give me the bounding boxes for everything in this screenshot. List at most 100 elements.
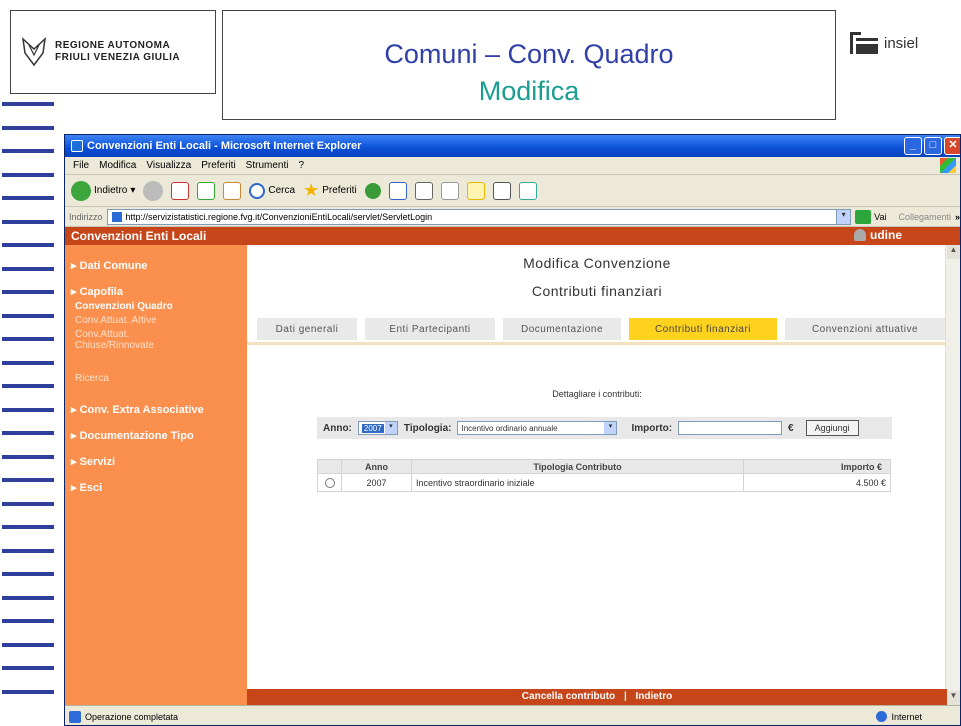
col-anno-header: Anno (341, 459, 412, 474)
add-contribution-button[interactable]: Aggiungi (805, 420, 859, 436)
insiel-mark-icon (850, 32, 878, 54)
row-tipologia: Incentivo straordinario iniziale (411, 473, 744, 492)
contribution-form: Anno: 2007 ▾ Tipologia: Incentivo ordina… (317, 417, 892, 439)
side-bar-stripe (2, 572, 54, 576)
side-bar-stripe (2, 666, 54, 670)
sidebar-item-extra-associative[interactable]: Conv. Extra Associative (71, 403, 204, 416)
stop-icon[interactable] (171, 181, 190, 200)
address-dropdown-icon[interactable]: ▾ (836, 209, 851, 224)
home-icon[interactable] (223, 181, 242, 200)
close-button[interactable]: ✕ (944, 137, 960, 155)
star-icon: ★ (303, 180, 320, 200)
side-bar-stripe (2, 125, 54, 130)
minimize-button[interactable]: _ (904, 137, 922, 155)
back-button[interactable]: Indietro ▾ (71, 180, 135, 201)
row-radio-button[interactable] (324, 477, 335, 488)
page-title: Modifica Convenzione (523, 255, 671, 271)
favorites-button[interactable]: ★ Preferiti (303, 180, 357, 201)
region-logo-line2: FRIULI VENEZIA GIULIA (55, 52, 181, 63)
side-bar-stripe (2, 548, 54, 553)
sidebar-item-servizi[interactable]: Servizi (71, 455, 115, 468)
address-label: Indirizzo (69, 211, 103, 222)
sidebar-item-dati-comune[interactable]: Dati Comune (71, 259, 148, 272)
tipologia-value: Incentivo ordinario annuale (461, 423, 558, 433)
main-content: Modifica Convenzione Contributi finanzia… (247, 245, 947, 689)
contributions-table: Anno Tipologia Contributo Importo € 2007… (317, 459, 891, 492)
slide-title: Comuni – Conv. Quadro Modifica (222, 10, 836, 120)
search-icon (249, 182, 266, 199)
col-tipologia-header: Tipologia Contributo (411, 459, 744, 474)
print-icon[interactable] (414, 181, 433, 200)
currency-symbol: € (788, 422, 794, 434)
tipologia-select[interactable]: Incentivo ordinario annuale ▾ (457, 421, 618, 435)
back-link[interactable]: Indietro (636, 691, 673, 702)
side-bar-stripe (2, 431, 54, 435)
links-label[interactable]: Collegamenti (898, 212, 951, 222)
side-bar-stripe (2, 337, 54, 341)
tab-dati-generali[interactable]: Dati generali (257, 318, 357, 340)
side-bar-stripe (2, 525, 54, 529)
messenger-icon[interactable] (518, 181, 537, 200)
side-bar-stripe (2, 360, 54, 365)
tab-convenzioni-attuative[interactable]: Convenzioni attuative (785, 318, 945, 340)
sidebar-item-ricerca[interactable]: Ricerca (75, 373, 109, 384)
slide-title-line1: Comuni – Conv. Quadro (384, 39, 674, 69)
tab-enti-partecipanti[interactable]: Enti Partecipanti (365, 318, 495, 340)
row-importo: 4.500 € (743, 473, 891, 492)
app-title: Convenzioni Enti Locali (71, 229, 207, 243)
sidebar-item-convenzioni-quadro[interactable]: Convenzioni Quadro (75, 301, 173, 312)
menu-visualizza[interactable]: Visualizza (146, 160, 191, 171)
tipologia-label: Tipologia: (403, 422, 452, 434)
mail-icon[interactable] (388, 181, 407, 200)
side-bar-stripe (2, 266, 54, 271)
maximize-button[interactable]: □ (924, 137, 942, 155)
page-icon (111, 211, 122, 222)
importo-input[interactable] (678, 421, 783, 435)
go-button[interactable]: Vai (855, 209, 886, 224)
footer-separator: | (623, 691, 627, 702)
forward-button[interactable] (143, 180, 164, 201)
window-titlebar[interactable]: Convenzioni Enti Locali - Microsoft Inte… (65, 135, 960, 157)
region-logo: REGIONE AUTONOMA FRIULI VENEZIA GIULIA (10, 10, 216, 94)
vertical-scrollbar[interactable]: ▲ ▼ (945, 245, 960, 705)
side-bar-stripe (2, 149, 54, 153)
menu-modifica[interactable]: Modifica (99, 160, 136, 171)
menu-strumenti[interactable]: Strumenti (246, 160, 289, 171)
scroll-down-icon[interactable]: ▼ (947, 691, 960, 705)
menu-preferiti[interactable]: Preferiti (201, 160, 235, 171)
sidebar-item-documentazione-tipo[interactable]: Documentazione Tipo (71, 429, 194, 442)
address-input[interactable]: http://servizistatistici.regione.fvg.it/… (106, 208, 852, 225)
refresh-icon[interactable] (197, 181, 216, 200)
sidebar-item-capofila[interactable]: Capofila (71, 285, 123, 298)
window-title: Convenzioni Enti Locali - Microsoft Inte… (87, 140, 362, 152)
research-icon[interactable] (492, 181, 511, 200)
side-bar-stripe (2, 243, 54, 247)
app-header: Convenzioni Enti Locali udine (65, 227, 960, 245)
favorites-label: Preferiti (322, 185, 357, 196)
sidebar-item-conv-chiuse-line2: Chiuse/Rinnovate (75, 340, 154, 351)
search-button[interactable]: Cerca (249, 182, 295, 199)
sidebar-item-esci[interactable]: Esci (71, 481, 103, 494)
side-bar-stripe (2, 501, 54, 506)
menu-help[interactable]: ? (298, 160, 304, 171)
menu-file[interactable]: File (73, 160, 89, 171)
address-bar: Indirizzo http://servizistatistici.regio… (65, 207, 960, 227)
tab-contributi-finanziari[interactable]: Contributi finanziari (629, 318, 777, 340)
importo-label: Importo: (631, 422, 673, 434)
sidebar-item-conv-chiuse[interactable]: Conv.Attuat. Chiuse/Rinnovate (75, 329, 154, 351)
side-bar-stripe (2, 313, 54, 318)
edit-icon[interactable] (440, 181, 459, 200)
scroll-up-icon[interactable]: ▲ (947, 245, 960, 259)
region-logo-line1: REGIONE AUTONOMA (55, 40, 171, 51)
links-chevron-icon[interactable]: » (955, 212, 960, 222)
insiel-logo: insiel (850, 30, 918, 54)
sidebar-item-conv-attive[interactable]: Conv.Attuat. Attive (75, 315, 157, 326)
folder-icon[interactable] (466, 181, 485, 200)
anno-select[interactable]: 2007 ▾ (357, 421, 398, 435)
row-radio-cell[interactable] (317, 473, 342, 492)
tab-documentazione[interactable]: Documentazione (503, 318, 621, 340)
history-icon[interactable] (364, 182, 381, 199)
anno-value: 2007 (361, 423, 384, 433)
cancel-contribution-link[interactable]: Cancella contributo (522, 691, 615, 702)
table-row[interactable]: 2007 Incentivo straordinario iniziale 4.… (317, 473, 891, 492)
